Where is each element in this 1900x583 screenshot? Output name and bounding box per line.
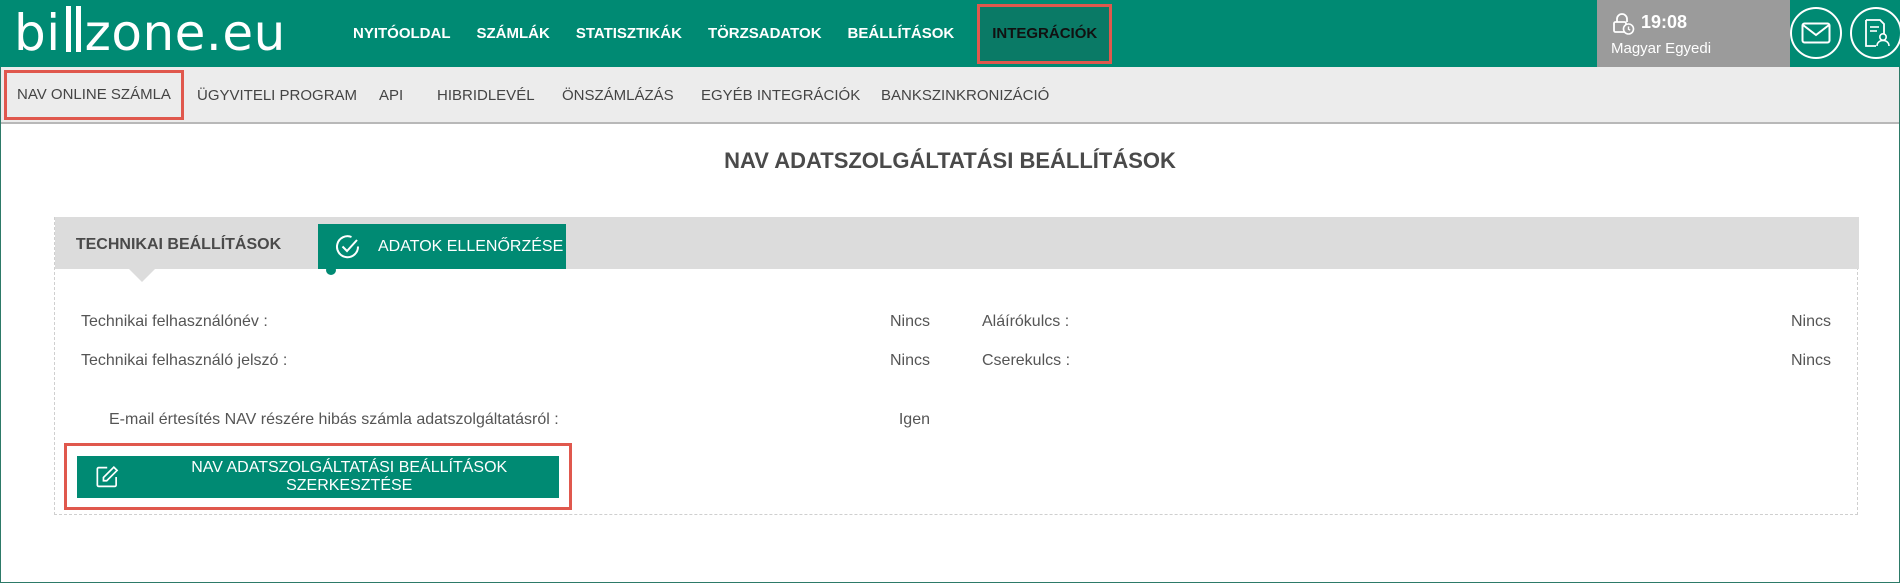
email-notify-value: Igen bbox=[898, 411, 930, 428]
logo-bars bbox=[61, 2, 85, 54]
session-time: 19:08 bbox=[1641, 12, 1688, 32]
edit-settings-button[interactable]: NAV ADATSZOLGÁLTATÁSI BEÁLLÍTÁSOK SZERKE… bbox=[77, 456, 559, 498]
tech-pass-label: Technikai felhasználó jelszó : bbox=[81, 352, 288, 369]
messages-button[interactable] bbox=[1790, 7, 1842, 59]
subnav-ugyviteli-program[interactable]: ÜGYVITELI PROGRAM bbox=[197, 67, 357, 124]
tech-pass-value: Nincs bbox=[889, 352, 930, 369]
check-circle-icon bbox=[336, 234, 360, 258]
logo-text-end: zone.eu bbox=[84, 4, 286, 62]
active-tab-pointer bbox=[129, 269, 155, 282]
profile-button[interactable] bbox=[1850, 7, 1900, 59]
subnav-hibridlevel[interactable]: HIBRIDLEVÉL bbox=[437, 67, 535, 124]
nav-beallitasok[interactable]: BEÁLLÍTÁSOK bbox=[835, 4, 968, 64]
user-name: Magyar Egyedi bbox=[1611, 40, 1712, 57]
subnav-bankszinkronizacio[interactable]: BANKSZINKRONIZÁCIÓ bbox=[881, 67, 1049, 124]
tab-technikai-beallitasok[interactable]: TECHNIKAI BEÁLLÍTÁSOK bbox=[55, 217, 302, 269]
nav-nyitooldal[interactable]: NYITÓOLDAL bbox=[340, 4, 464, 64]
nav-torzsadatok[interactable]: TÖRZSADATOK bbox=[695, 4, 835, 64]
email-notify-label: E-mail értesítés NAV részére hibás száml… bbox=[109, 411, 559, 428]
main-nav: NYITÓOLDAL SZÁMLÁK STATISZTIKÁK TÖRZSADA… bbox=[340, 0, 1113, 67]
tech-user-label: Technikai felhasználónév : bbox=[81, 313, 268, 330]
subnav-onszamlazas[interactable]: ÖNSZÁMLÁZÁS bbox=[562, 67, 674, 124]
edit-icon bbox=[96, 465, 119, 488]
logo[interactable]: bi zone.eu bbox=[14, 2, 286, 62]
sign-key-value: Nincs bbox=[1790, 313, 1831, 330]
nav-statisztikak[interactable]: STATISZTIKÁK bbox=[563, 4, 695, 64]
edit-settings-button-label: NAV ADATSZOLGÁLTATÁSI BEÁLLÍTÁSOK SZERKE… bbox=[191, 459, 508, 494]
nav-szamlak[interactable]: SZÁMLÁK bbox=[464, 4, 563, 64]
subnav-nav-online-szamla[interactable]: NAV ONLINE SZÁMLA bbox=[4, 70, 184, 120]
tech-user-value: Nincs bbox=[889, 313, 930, 330]
subnav-egyeb-integraciok[interactable]: EGYÉB INTEGRÁCIÓK bbox=[701, 67, 860, 124]
sub-nav: NAV ONLINE SZÁMLA ÜGYVITELI PROGRAM API … bbox=[1, 67, 1899, 124]
subnav-api[interactable]: API bbox=[379, 67, 403, 124]
sign-key-label: Aláírókulcs : bbox=[982, 313, 1070, 330]
exchange-key-value: Nincs bbox=[1790, 352, 1831, 369]
edit-button-highlight: NAV ADATSZOLGÁLTATÁSI BEÁLLÍTÁSOK SZERKE… bbox=[64, 443, 572, 510]
top-bar: bi zone.eu NYITÓOLDAL SZÁMLÁK STATISZTIKÁ… bbox=[0, 0, 1900, 67]
tab-adatok-ellenorzese[interactable]: ADATOK ELLENŐRZÉSE bbox=[318, 224, 566, 269]
lock-clock-icon bbox=[1613, 13, 1635, 35]
tab-adatok-ellenorzese-label: ADATOK ELLENŐRZÉSE bbox=[378, 237, 564, 255]
user-box[interactable]: 19:08 Magyar Egyedi bbox=[1597, 0, 1790, 67]
tab-bar: TECHNIKAI BEÁLLÍTÁSOK ADATOK ELLENŐRZÉSE bbox=[55, 217, 1859, 275]
mail-icon bbox=[1801, 22, 1831, 44]
tab-indicator-dot bbox=[326, 265, 336, 275]
page-title: NAV ADATSZOLGÁLTATÁSI BEÁLLÍTÁSOK bbox=[724, 148, 1176, 173]
exchange-key-label: Cserekulcs : bbox=[982, 352, 1071, 369]
logo-text-start: bi bbox=[14, 4, 61, 62]
nav-integraciok[interactable]: INTEGRÁCIÓK bbox=[977, 3, 1113, 64]
user-invoice-icon bbox=[1865, 19, 1890, 47]
